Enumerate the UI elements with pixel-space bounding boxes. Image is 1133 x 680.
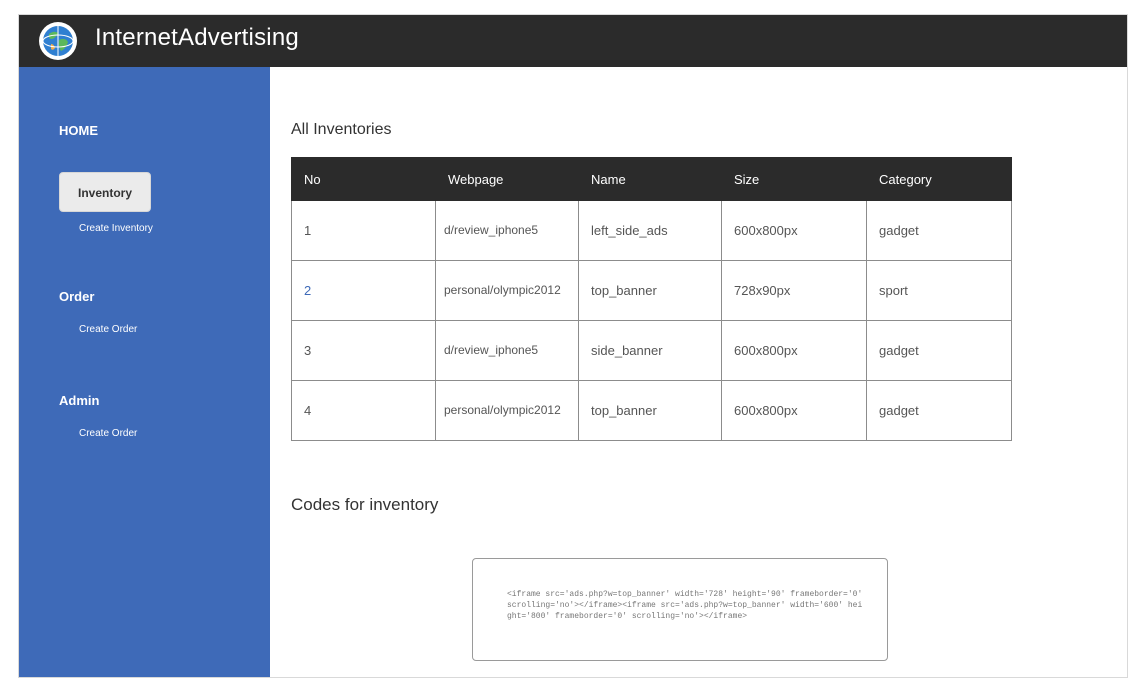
cell-name: top_banner: [578, 380, 722, 441]
sidebar-item-create-inventory[interactable]: Create Inventory: [79, 223, 153, 234]
table-row[interactable]: 1 d/review_iphone5 left_side_ads 600x800…: [291, 200, 1012, 261]
cell-size: 600x800px: [721, 200, 867, 261]
cell-size: 728x90px: [721, 260, 867, 321]
cell-webpage: personal/olympic2012: [435, 380, 579, 441]
table-header-row: No Webpage Name Size Category: [291, 157, 1012, 201]
column-header-no[interactable]: No: [291, 157, 436, 201]
sidebar-item-admin-create-order[interactable]: Create Order: [79, 428, 137, 439]
code-snippet-box[interactable]: <iframe src='ads.php?w=top_banner' width…: [472, 558, 888, 661]
cell-no: 1: [291, 200, 436, 261]
sidebar-item-inventory[interactable]: Inventory: [59, 172, 151, 212]
globe-icon[interactable]: [37, 20, 79, 62]
cell-size: 600x800px: [721, 380, 867, 441]
cell-category: gadget: [866, 320, 1012, 381]
brand-title[interactable]: InternetAdvertising: [95, 24, 299, 52]
inventory-table: No Webpage Name Size Category 1 d/review…: [291, 157, 1012, 441]
codes-title: Codes for inventory: [291, 495, 439, 514]
cell-name: left_side_ads: [578, 200, 722, 261]
column-header-name[interactable]: Name: [578, 157, 722, 201]
top-header: InternetAdvertising: [19, 15, 1127, 67]
cell-webpage: d/review_iphone5: [435, 200, 579, 261]
page-title: All Inventories: [291, 121, 392, 138]
table-row[interactable]: 4 personal/olympic2012 top_banner 600x80…: [291, 380, 1012, 441]
sidebar-item-admin[interactable]: Admin: [59, 393, 99, 408]
column-header-size[interactable]: Size: [721, 157, 867, 201]
cell-name: top_banner: [578, 260, 722, 321]
sidebar-item-order[interactable]: Order: [59, 289, 94, 304]
column-header-webpage[interactable]: Webpage: [435, 157, 579, 201]
sidebar: HOME Inventory Create Inventory Order Cr…: [19, 67, 270, 677]
cell-size: 600x800px: [721, 320, 867, 381]
sidebar-item-home[interactable]: HOME: [59, 123, 98, 138]
table-row[interactable]: 2 personal/olympic2012 top_banner 728x90…: [291, 260, 1012, 321]
app-window: InternetAdvertising HOME Inventory Creat…: [18, 14, 1128, 678]
column-header-category[interactable]: Category: [866, 157, 1012, 201]
cell-name: side_banner: [578, 320, 722, 381]
cell-category: gadget: [866, 200, 1012, 261]
cell-webpage: personal/olympic2012: [435, 260, 579, 321]
cell-no: 4: [291, 380, 436, 441]
cell-category: gadget: [866, 380, 1012, 441]
table-row[interactable]: 3 d/review_iphone5 side_banner 600x800px…: [291, 320, 1012, 381]
cell-no-link[interactable]: 2: [291, 260, 436, 321]
cell-no: 3: [291, 320, 436, 381]
cell-webpage: d/review_iphone5: [435, 320, 579, 381]
sidebar-item-create-order[interactable]: Create Order: [79, 324, 137, 335]
cell-category: sport: [866, 260, 1012, 321]
